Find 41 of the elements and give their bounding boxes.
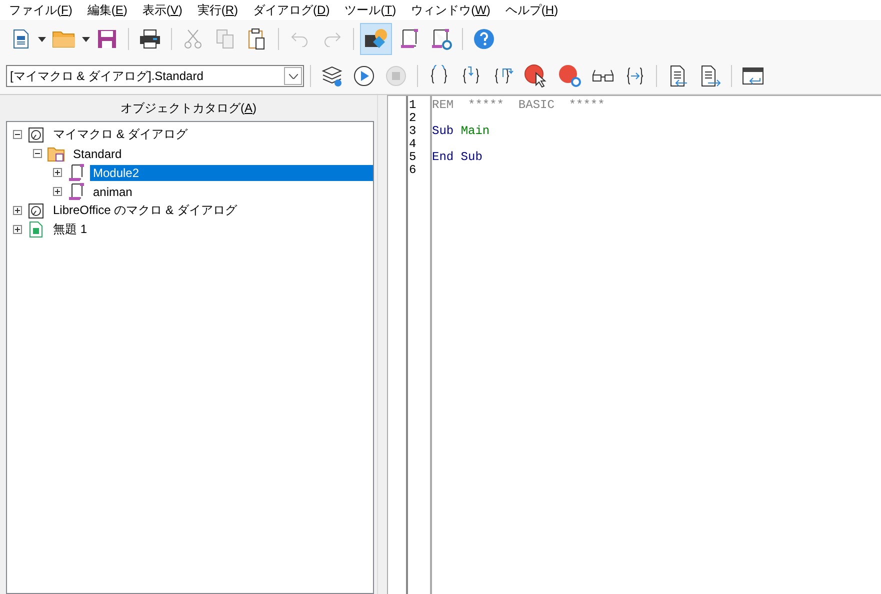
menu-item[interactable]: 編集(E) [80,2,136,18]
caret-icon[interactable] [82,36,90,42]
menu-item[interactable]: ウィンドウ(W) [404,2,498,18]
code-line: Sub Main [432,124,490,138]
caret-icon[interactable] [288,74,298,78]
line-number: 1 [408,99,418,112]
line-number: 5 [408,151,418,164]
menu-item[interactable]: ツール(T) [338,2,404,18]
menu-item[interactable]: ヘルプ(H) [498,2,566,18]
expander-icon[interactable] [13,130,22,139]
line-number: 6 [408,164,418,177]
folder-icon [47,146,65,162]
expander-icon[interactable] [53,187,62,196]
caret-icon[interactable] [38,36,46,42]
library-icon [28,126,44,142]
expander-icon[interactable] [33,149,42,158]
menu-item[interactable]: 表示(V) [135,2,190,18]
tree-item[interactable]: マイマクロ & ダイアログ [50,125,191,144]
menu-item[interactable]: ダイアログ(D) [246,2,338,18]
code-line: End Sub [432,150,482,164]
panel-title: オブジェクトカタログ(A) [119,100,258,117]
line-number: 3 [408,125,418,138]
line-number: 4 [408,138,418,151]
tree-item[interactable]: LibreOffice のマクロ & ダイアログ [50,201,240,220]
expander-icon[interactable] [13,225,22,234]
expander-icon[interactable] [53,168,62,177]
menu-item[interactable]: ファイル(F) [2,2,80,18]
tree-item[interactable]: 無題 1 [50,220,90,239]
spreadsheet-icon [29,221,43,238]
tree-item[interactable]: Standard [70,146,125,162]
menu-item[interactable]: 実行(R) [190,2,246,18]
code-line: REM ***** BASIC ***** [432,98,605,112]
scroll-icon [68,182,84,200]
scroll-icon [68,164,84,182]
expander-icon[interactable] [13,206,22,215]
object-catalog-icon[interactable] [360,23,392,55]
tree-item[interactable]: animan [90,184,136,200]
library-select[interactable]: [マイマクロ & ダイアログ].Standard [6,65,304,87]
line-number: 2 [408,112,418,125]
tree-item[interactable]: Module2 [90,164,373,180]
library-icon [28,202,44,218]
